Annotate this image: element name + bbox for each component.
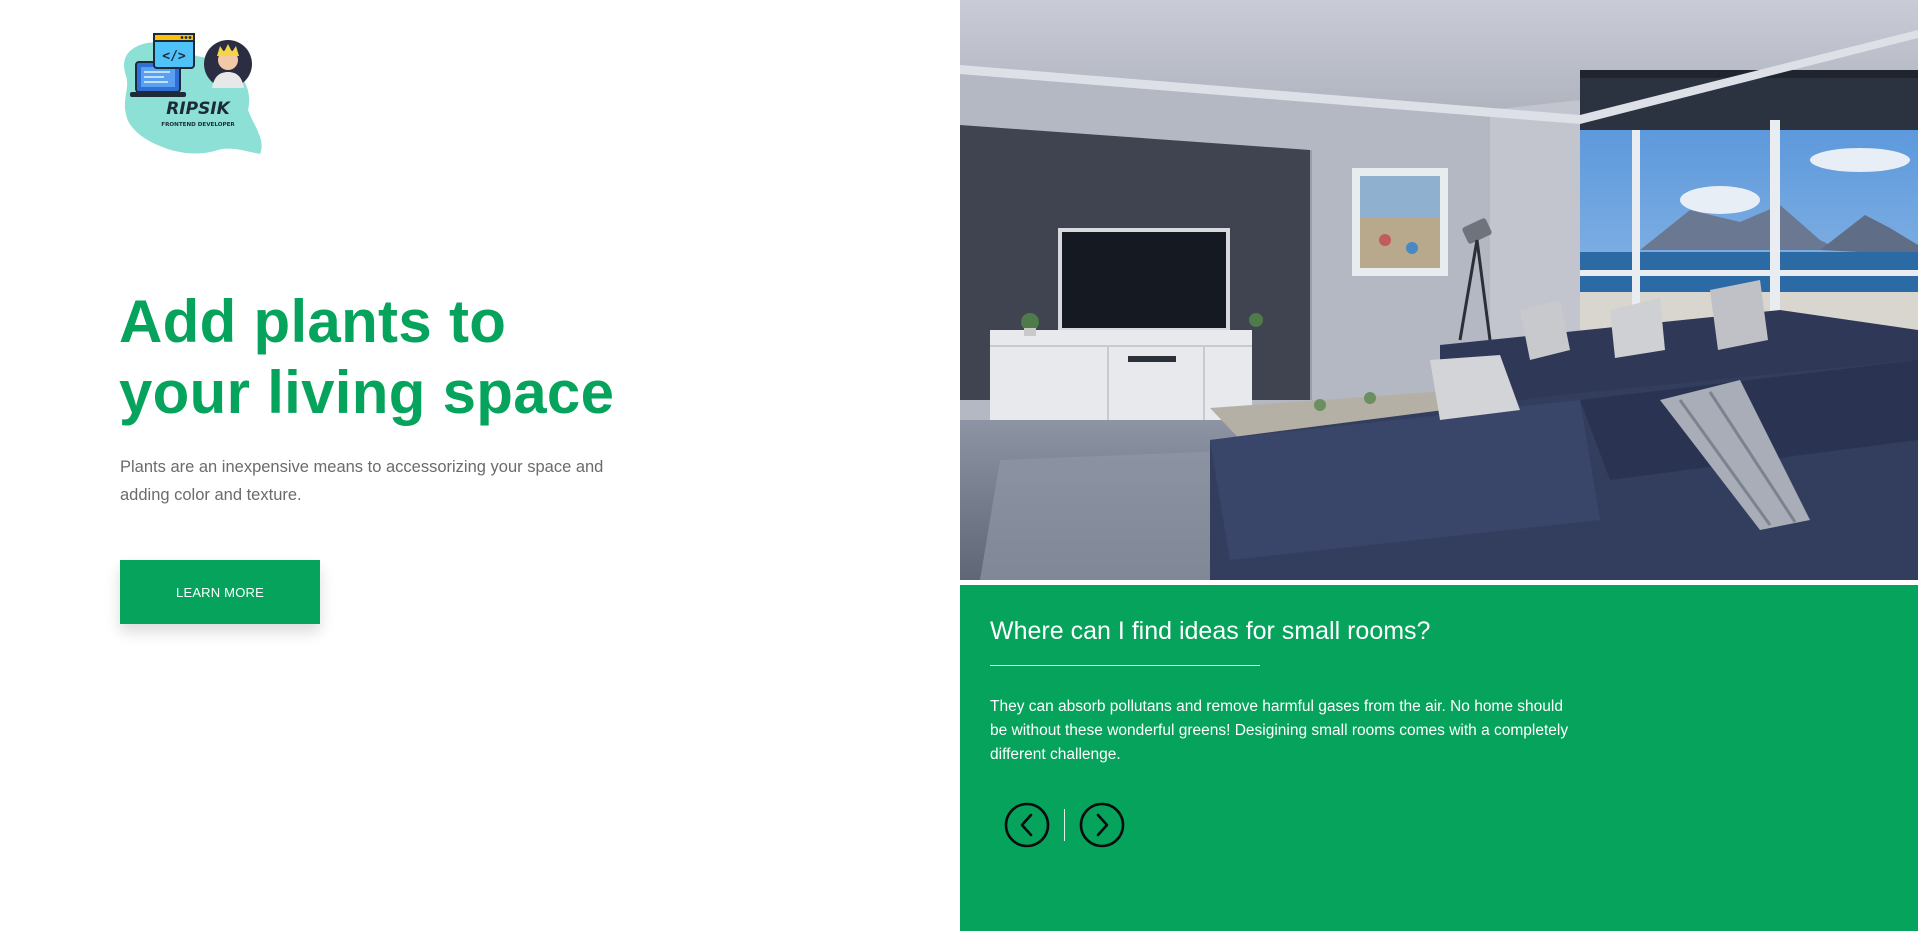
chevron-left-circle-icon — [1004, 802, 1050, 848]
slider-controls — [1004, 802, 1125, 848]
info-card: Where can I find ideas for small rooms? … — [960, 585, 1918, 931]
info-title: Where can I find ideas for small rooms? — [990, 617, 1431, 645]
hero-title: Add plants to your living space — [119, 286, 719, 428]
svg-text:</>: </> — [162, 49, 186, 64]
next-slide-button[interactable] — [1079, 802, 1125, 848]
hero-description: Plants are an inexpensive means to acces… — [120, 458, 604, 504]
ripsik-logo-icon: </> RIPSIK FRONTEND DEVELOPER — [124, 33, 262, 155]
gallery-panel: Where can I find ideas for small rooms? … — [960, 0, 1918, 931]
controls-divider — [1064, 809, 1065, 841]
page: </> RIPSIK FRONTEND DEVELOPER Add plants… — [0, 0, 1918, 931]
svg-text:FRONTEND DEVELOPER: FRONTEND DEVELOPER — [161, 122, 235, 128]
hero-title-line-1: Add plants to — [119, 288, 507, 355]
info-text: They can absorb pollutans and remove har… — [990, 698, 1569, 763]
svg-text:RIPSIK: RIPSIK — [166, 99, 231, 119]
learn-more-button[interactable]: LEARN MORE — [120, 560, 320, 624]
chevron-right-circle-icon — [1079, 802, 1125, 848]
living-room-photo — [960, 0, 1918, 580]
hero-panel: </> RIPSIK FRONTEND DEVELOPER Add plants… — [0, 0, 960, 931]
info-divider — [990, 665, 1260, 666]
brand-logo[interactable]: </> RIPSIK FRONTEND DEVELOPER — [120, 30, 270, 165]
hero-title-line-2: your living space — [119, 359, 615, 426]
living-room-illustration — [960, 0, 1918, 580]
previous-slide-button[interactable] — [1004, 802, 1050, 848]
